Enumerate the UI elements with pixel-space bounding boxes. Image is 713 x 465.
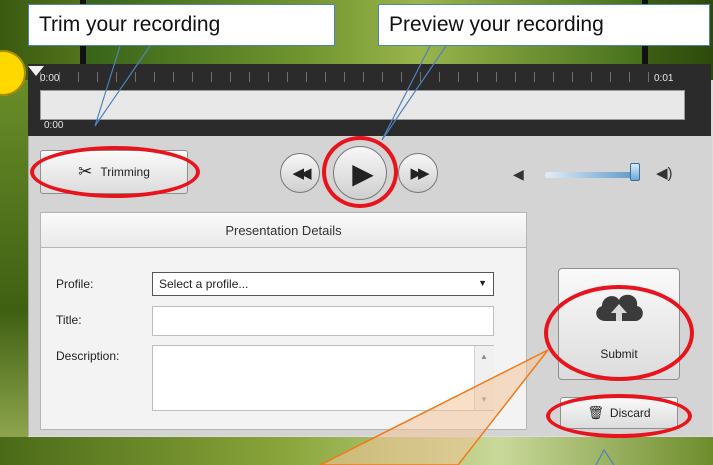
callout-preview: Preview your recording: [378, 4, 710, 46]
highlight-discard: [546, 394, 692, 438]
highlight-submit: [544, 285, 694, 381]
highlight-play: [322, 136, 398, 208]
highlight-trimming: [30, 146, 200, 198]
callout-trim: Trim your recording: [28, 4, 335, 46]
